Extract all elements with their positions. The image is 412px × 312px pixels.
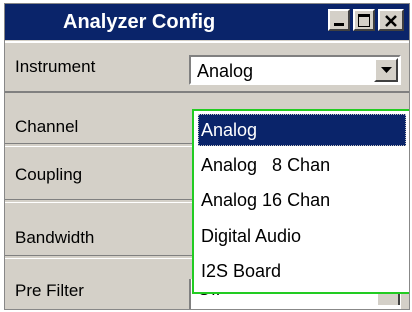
dropdown-option-analog-8-chan[interactable]: Analog 8 Chan — [198, 149, 406, 181]
bandwidth-label: Bandwidth — [15, 228, 95, 247]
instrument-row: Instrument Analog — [5, 41, 409, 93]
instrument-combobox[interactable]: Analog — [189, 55, 401, 85]
window-title: Analyzer Config — [63, 11, 216, 33]
dropdown-option-analog-16-chan[interactable]: Analog 16 Chan — [198, 184, 406, 216]
chevron-down-icon — [381, 67, 392, 73]
channel-label: Channel — [15, 117, 79, 136]
instrument-value: Analog — [197, 61, 254, 81]
pre-filter-label: Pre Filter — [15, 281, 84, 300]
dropdown-option-i2s-board[interactable]: I2S Board — [198, 255, 406, 287]
maximize-icon — [358, 14, 370, 27]
maximize-button[interactable] — [353, 9, 375, 31]
dropdown-option-digital-audio[interactable]: Digital Audio — [198, 220, 406, 252]
instrument-dropdown-list: Analog Analog 8 Chan Analog 16 Chan Digi… — [192, 109, 409, 294]
analyzer-config-window: Analyzer Config Instrument Analog Channe… — [4, 3, 410, 310]
instrument-dropdown-button[interactable] — [374, 58, 398, 82]
title-bar[interactable]: Analyzer Config — [5, 4, 409, 40]
minimize-button[interactable] — [328, 9, 350, 31]
minimize-icon — [334, 23, 344, 26]
close-button[interactable] — [378, 9, 404, 31]
close-icon — [385, 15, 397, 27]
coupling-label: Coupling — [15, 165, 83, 184]
dropdown-option-analog[interactable]: Analog — [198, 114, 406, 146]
instrument-label: Instrument — [15, 57, 96, 76]
